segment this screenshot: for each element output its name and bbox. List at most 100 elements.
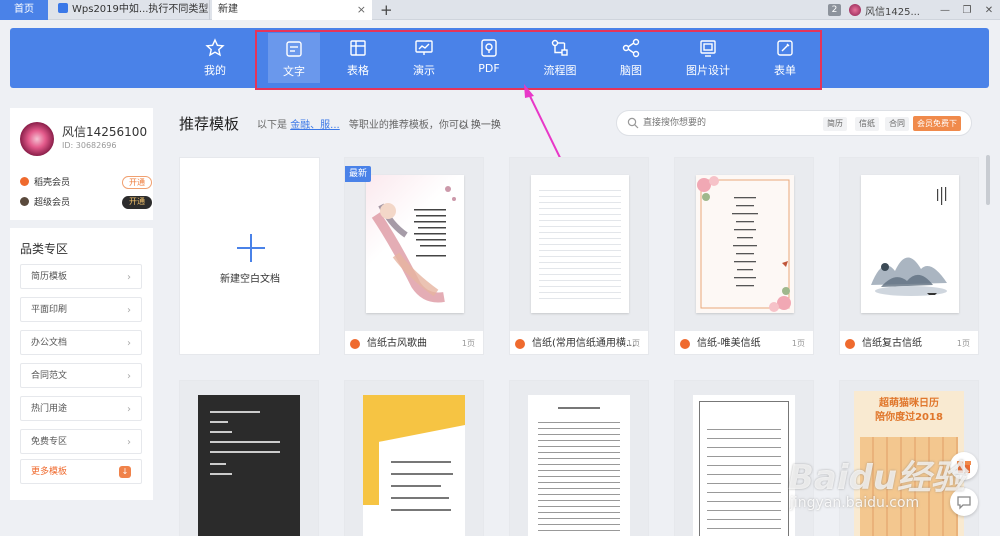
category-item-label: 办公文档 (31, 338, 68, 348)
doc-icon (284, 39, 304, 59)
search-tag-resume[interactable]: 简历 (823, 117, 847, 131)
close-window-icon[interactable]: ✕ (978, 5, 1000, 16)
wps-writer-icon (515, 339, 525, 349)
template-thumbnail (180, 381, 318, 536)
new-badge: 最新 (345, 166, 371, 182)
scrollbar[interactable] (986, 155, 990, 205)
nav-form[interactable]: 表单 (755, 28, 815, 88)
template-card[interactable]: 信纸复古信纸 1页 (839, 157, 979, 355)
template-thumbnail (675, 158, 813, 331)
tab-new[interactable]: 新建 × (212, 0, 372, 20)
category-nav-bar: 我的 文字 表格 演示 PDF 流程图 脑图 图片设计 表单 (10, 28, 989, 88)
refresh-button[interactable]: ○ 换一换 (459, 116, 501, 131)
yellow-paper-preview (363, 395, 465, 536)
nav-image-design-label: 图片设计 (686, 64, 730, 77)
user-name: 风信14256100... (62, 125, 148, 139)
ruled-lines (539, 185, 621, 303)
template-card[interactable]: 信纸-唯美信纸 1页 (674, 157, 814, 355)
template-card[interactable] (509, 380, 649, 536)
tab-wps-label: Wps2019中如...执行不同类型的文档 (72, 4, 209, 15)
category-item-resume[interactable]: 简历模板 › (20, 264, 142, 289)
template-thumbnail (510, 158, 648, 331)
category-more[interactable]: 更多模板 ↓ (20, 459, 142, 484)
tab-home[interactable]: 首页 (0, 0, 48, 20)
tab-count-badge[interactable]: 2 (828, 4, 841, 16)
template-thumbnail (840, 158, 978, 331)
category-item-print[interactable]: 平面印刷 › (20, 297, 142, 322)
template-card[interactable] (344, 380, 484, 536)
pdf-icon (479, 38, 499, 58)
nav-mindmap-label: 脑图 (620, 64, 642, 77)
open-super-vip-button[interactable]: 开通 (122, 196, 152, 209)
category-item-office[interactable]: 办公文档 › (20, 330, 142, 355)
tab-wps-doc[interactable]: Wps2019中如...执行不同类型的文档 (52, 0, 210, 20)
avatar[interactable] (20, 122, 54, 156)
category-item-contract[interactable]: 合同范文 › (20, 363, 142, 388)
nav-presentation[interactable]: 演示 (394, 28, 454, 88)
calendar-title: 超萌猫咪日历 陪你度过2018 (875, 398, 943, 423)
nav-pdf-label: PDF (478, 62, 500, 75)
new-tab-plus-icon[interactable]: + (380, 0, 393, 20)
subtitle-suffix: 等职业的推荐模板，你可以 (348, 120, 469, 131)
download-icon: ↓ (119, 466, 131, 478)
nav-pdf[interactable]: PDF (459, 28, 519, 88)
baidu-watermark-url: jingyan.baidu.com (790, 495, 920, 511)
refresh-icon: ○ (459, 120, 471, 131)
dark-paper-preview (198, 395, 300, 536)
search-tag-letter[interactable]: 信纸 (855, 117, 879, 131)
nav-writer-label: 文字 (283, 65, 305, 78)
super-vip-icon (20, 197, 29, 206)
template-title-text: 信纸古风歌曲 (367, 338, 427, 349)
paper-preview (531, 175, 629, 313)
wps-writer-icon (845, 339, 855, 349)
paper-preview (696, 175, 794, 313)
titlebar-user[interactable]: 风信1425... (849, 3, 920, 18)
mindmap-icon (621, 38, 641, 58)
template-card[interactable]: 信纸(常用信纸通用横... 1页 (509, 157, 649, 355)
baidu-watermark: Baidu经验 (788, 458, 966, 498)
vip-docer-label: 稻壳会员 (34, 178, 71, 188)
chevron-right-icon: › (127, 272, 131, 283)
recommend-subtitle: 以下是 金融、服... 等职业的推荐模板，你可以 (257, 116, 469, 131)
category-item-label: 免费专区 (31, 437, 68, 447)
nav-flowchart[interactable]: 流程图 (530, 28, 590, 88)
minimize-icon[interactable]: — (934, 5, 956, 16)
template-title-text: 信纸(常用信纸通用横... (532, 338, 636, 349)
search-input[interactable] (643, 115, 813, 131)
restore-icon[interactable]: ❐ (956, 5, 978, 16)
template-card[interactable]: 最新 信纸古风歌曲 1页 (344, 157, 484, 355)
nav-mindmap[interactable]: 脑图 (601, 28, 661, 88)
profession-link[interactable]: 金融、服... (290, 120, 340, 131)
open-docer-vip-button[interactable]: 开通 (122, 176, 152, 189)
template-card[interactable] (179, 380, 319, 536)
search-tag-contract[interactable]: 合同 (885, 117, 909, 131)
table-icon (348, 38, 368, 58)
vip-super: 超级会员 开通 (20, 196, 152, 210)
template-title-text: 信纸复古信纸 (862, 338, 922, 349)
chevron-right-icon: › (127, 338, 131, 349)
paper-preview (861, 175, 959, 313)
template-thumbnail: 最新 (345, 158, 483, 331)
new-blank-doc-card[interactable]: 新建空白文档 (179, 157, 320, 355)
vip-free-download-button[interactable]: 会员免费下 (913, 116, 961, 131)
category-more-label: 更多模板 (31, 467, 68, 477)
ink-landscape-illustration (871, 187, 947, 296)
ancient-girl-illustration (371, 186, 456, 303)
nav-spreadsheet[interactable]: 表格 (328, 28, 388, 88)
template-pages: 1页 (956, 339, 970, 348)
category-item-label: 热门用途 (31, 404, 68, 414)
chevron-right-icon: › (127, 305, 131, 316)
template-pages: 1页 (791, 339, 805, 348)
category-item-popular[interactable]: 热门用途 › (20, 396, 142, 421)
template-thumbnail (345, 381, 483, 536)
category-panel: 品类专区 简历模板 › 平面印刷 › 办公文档 › 合同范文 › 热门用途 › 免费专区 ›… (10, 228, 153, 500)
chevron-right-icon: › (127, 404, 131, 415)
nav-mine[interactable]: 我的 (185, 28, 245, 88)
star-icon (205, 38, 225, 58)
vip-super-label: 超级会员 (34, 198, 71, 208)
category-item-free[interactable]: 免费专区 › (20, 429, 142, 454)
tab-close-icon[interactable]: × (357, 0, 366, 20)
nav-image-design[interactable]: 图片设计 (678, 28, 738, 88)
nav-writer[interactable]: 文字 (268, 33, 320, 83)
titlebar-username: 风信1425... (865, 6, 920, 18)
